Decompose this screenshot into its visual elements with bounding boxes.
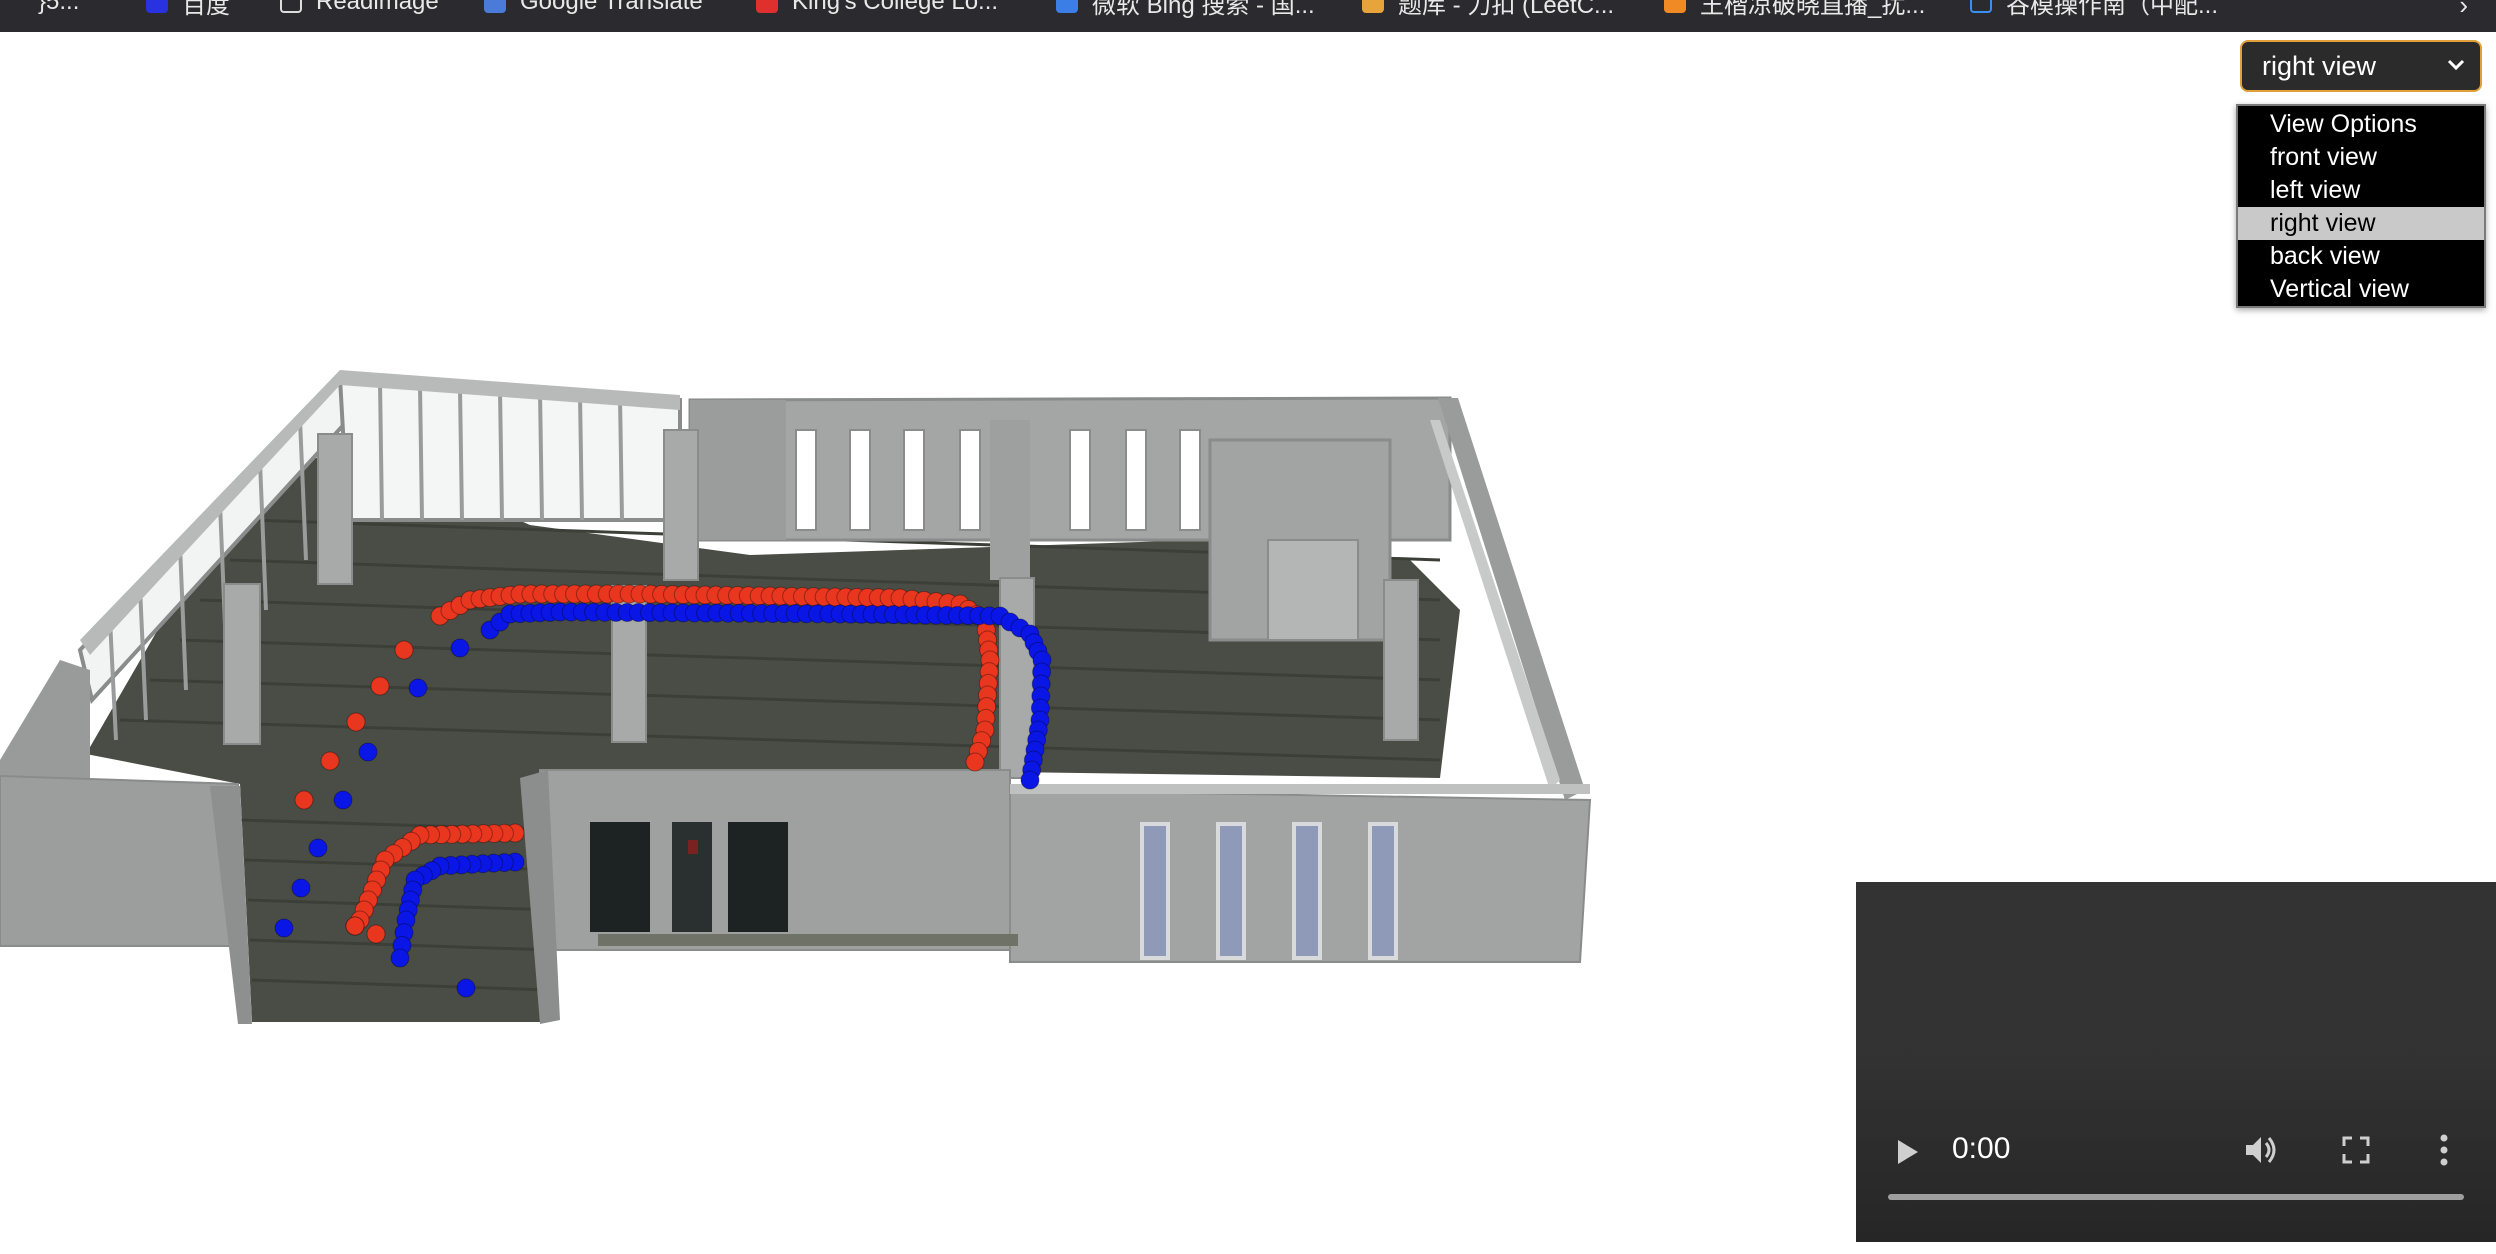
elevator-doors <box>590 822 788 932</box>
path-point <box>390 948 410 968</box>
left-lower-wall <box>0 774 242 947</box>
path-point <box>274 918 294 938</box>
bookmark-label: 微软 Bing 搜索 - 国... <box>1092 0 1315 19</box>
bookmark-item[interactable]: 谷模操作南（中配... <box>1970 0 2218 19</box>
fullscreen-icon[interactable] <box>2340 1134 2372 1166</box>
stream-icon <box>1664 0 1686 13</box>
more-options-icon[interactable] <box>2438 1132 2450 1168</box>
bookmark-label: 百度 <box>182 0 230 19</box>
path-point <box>450 638 470 658</box>
bookmark-label: 题库 - 力扣 (LeetC... <box>1398 0 1615 19</box>
bookmark-item[interactable]: 微软 Bing 搜索 - 国... <box>1056 0 1315 19</box>
video-time: 0:00 <box>1952 1132 2011 1165</box>
front-wall-top-rail <box>1010 784 1590 794</box>
bookmark-label: 王楷凉破晓直播_扰... <box>1700 0 1926 19</box>
path-point <box>308 838 328 858</box>
page-icon <box>280 0 302 13</box>
leetcode-icon <box>1362 0 1384 13</box>
option-vertical-view[interactable]: Vertical view <box>2238 273 2484 306</box>
video-player[interactable]: 0:00 <box>1856 882 2496 1242</box>
path-point <box>333 790 353 810</box>
path-point <box>1020 770 1040 790</box>
path-point <box>345 916 365 936</box>
video-progress-bar[interactable] <box>1888 1194 2464 1200</box>
bookmark-item[interactable]: 百度 <box>146 0 230 19</box>
floorplan-3d-canvas[interactable] <box>0 32 1640 1032</box>
option-left-view[interactable]: left view <box>2238 174 2484 207</box>
bookmark-item[interactable]: 王楷凉破晓直播_扰... <box>1664 0 1925 19</box>
folder-icon <box>1970 0 1992 13</box>
bookmark-item[interactable]: Google Translate <box>484 0 703 16</box>
bookmark-label: }5... <box>38 0 80 15</box>
option-view-options[interactable]: View Options <box>2238 108 2484 141</box>
path-point <box>320 751 340 771</box>
option-front-view[interactable]: front view <box>2238 141 2484 174</box>
bookmark-item[interactable]: King's College Lo... <box>756 0 998 16</box>
chevron-down-icon <box>2447 59 2465 71</box>
bookmark-item[interactable]: }5... <box>38 0 79 16</box>
path-point <box>456 978 476 998</box>
more-bookmarks-chevron-icon[interactable]: › <box>2459 0 2468 21</box>
volume-icon[interactable] <box>2242 1132 2278 1168</box>
bookmark-label: 谷模操作南（中配... <box>2006 0 2219 19</box>
bookmark-item[interactable]: 题库 - 力扣 (LeetC... <box>1362 0 1614 19</box>
view-select-value: right view <box>2262 50 2377 81</box>
path-point <box>408 678 428 698</box>
small-room-door <box>1267 539 1359 641</box>
path-point <box>358 742 378 762</box>
baidu-icon <box>146 0 168 13</box>
back-wall-block <box>690 400 786 540</box>
option-right-view[interactable]: right view <box>2238 207 2484 240</box>
stair-landing-edge <box>598 934 1018 946</box>
bookmark-label: Google Translate <box>520 0 703 15</box>
path-point <box>346 712 366 732</box>
bookmark-item[interactable]: Readimage <box>280 0 439 16</box>
bookmark-label: Readimage <box>316 0 439 15</box>
path-point <box>366 924 386 944</box>
path-point <box>965 752 985 772</box>
option-back-view[interactable]: back view <box>2238 240 2484 273</box>
google-translate-icon <box>484 0 506 13</box>
path-point <box>370 676 390 696</box>
view-options-dropdown: View Options front view left view right … <box>2236 104 2486 308</box>
kings-college-icon <box>756 0 778 13</box>
path-point <box>294 790 314 810</box>
bookmarks-bar: }5... 百度 Readimage Google Translate King… <box>0 0 2496 32</box>
back-wall-pillar <box>990 420 1030 580</box>
right-wall <box>1438 398 1585 800</box>
bookmark-label: King's College Lo... <box>792 0 999 15</box>
path-point <box>394 640 414 660</box>
path-point <box>291 878 311 898</box>
view-select[interactable]: right view <box>2240 40 2482 92</box>
bing-icon <box>1056 0 1078 13</box>
play-icon[interactable] <box>1894 1136 1922 1168</box>
